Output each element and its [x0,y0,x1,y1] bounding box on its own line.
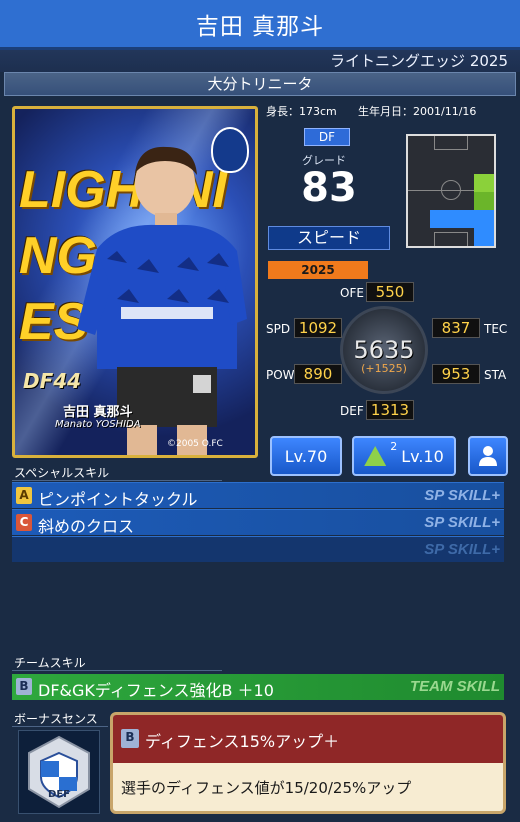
player-name-title: 吉田 真那斗 [0,0,520,50]
special-skill-section-label: スペシャルスキル [14,466,110,480]
level-button[interactable]: Lv.70 [270,436,342,476]
card-name-en: Manato YOSHIDA [55,419,141,430]
skill-name: ピンポイントタックル [38,490,198,509]
skill-level-plus: 2 [390,440,398,453]
team-name-label: 大分トリニータ [4,72,516,96]
card-copyright: ©2005 O.FC [167,439,223,449]
stat-label-tec: TEC [484,322,508,336]
stat-label-ofe: OFE [340,286,364,300]
section-divider [12,480,222,481]
stat-label-sta: STA [484,368,507,382]
section-divider [12,726,108,727]
bonus-sense-section-label: ボーナスセンス [14,712,98,726]
bonus-sense-description: 選手のディフェンス値が15/20/25%アップ [121,779,412,797]
position-badge: DF [304,128,350,146]
player-card-image[interactable]: LIGHTNING EDGES DF44 吉田 真那斗 Manato YOSHI… [12,106,258,458]
bonus-icon-label: DEF [48,789,70,800]
stat-label-def: DEF [340,404,364,418]
skill-tag: SP SKILL+ [424,487,500,504]
card-name-jp: 吉田 真那斗 [63,405,133,420]
grade-value: 83 [301,165,357,211]
card-position-number: DF44 [23,369,82,393]
skill-tag: SP SKILL+ [424,541,500,558]
skill-up-icon [364,446,387,466]
stat-value-pow: 890 [294,364,342,384]
person-icon [479,446,497,466]
position-field-map [406,134,496,248]
stat-label-pow: POW [266,368,295,382]
total-stat-value: 5635 [353,336,415,364]
special-skill-row-empty: SP SKILL+ [12,536,504,562]
bonus-sense-panel[interactable]: B ディフェンス15%アップ＋ 選手のディフェンス値が15/20/25%アップ [110,712,506,814]
team-skill-row[interactable]: B DF&GKディフェンス強化B ＋10 TEAM SKILL [12,674,504,700]
height-label: 身長：173cm [266,105,337,118]
stats-year-tag: 2025 [268,261,368,279]
shield-icon [28,735,90,809]
stat-value-tec: 837 [432,318,480,338]
stat-value-sta: 953 [432,364,480,384]
field-zone-lm2 [474,192,494,210]
field-zone-lb [474,210,494,246]
bonus-grade-badge: B [121,729,139,748]
skill-grade-badge: A [16,487,32,504]
bonus-sense-icon: DEF [18,730,100,814]
birthdate-label: 生年月日：2001/11/16 [358,105,477,118]
section-divider [12,670,222,671]
skill-grade-badge: C [16,514,32,531]
team-skill-section-label: チームスキル [14,656,86,670]
skill-tag: SP SKILL+ [424,514,500,531]
stat-value-def: 1313 [366,400,414,420]
card-series-label: ライトニングエッジ 2025 [0,50,520,72]
field-zone-cb [430,210,474,228]
team-skill-grade-badge: B [16,678,32,695]
level-button-label: Lv.70 [284,446,328,466]
stat-value-spd: 1092 [294,318,342,338]
stat-label-spd: SPD [266,322,291,336]
skill-level-button-label: Lv.10 [401,446,444,466]
field-zone-lm [474,174,494,192]
skill-name: 斜めのクロス [38,517,135,536]
skill-level-button[interactable]: 2 Lv.10 [352,436,456,476]
bonus-sense-title: ディフェンス15%アップ＋ [145,732,340,751]
team-emblem-icon [211,127,249,173]
team-skill-tag: TEAM SKILL [410,678,500,695]
team-skill-name: DF&GKディフェンス強化B ＋10 [38,681,274,700]
total-stat-bonus: (+1525) [361,362,407,375]
profile-button[interactable] [468,436,508,476]
stat-value-ofe: 550 [366,282,414,302]
special-skill-row[interactable]: A ピンポイントタックル SP SKILL+ [12,482,504,509]
special-skill-row[interactable]: C 斜めのクロス SP SKILL+ [12,509,504,536]
player-type-badge: スピード [268,226,390,250]
